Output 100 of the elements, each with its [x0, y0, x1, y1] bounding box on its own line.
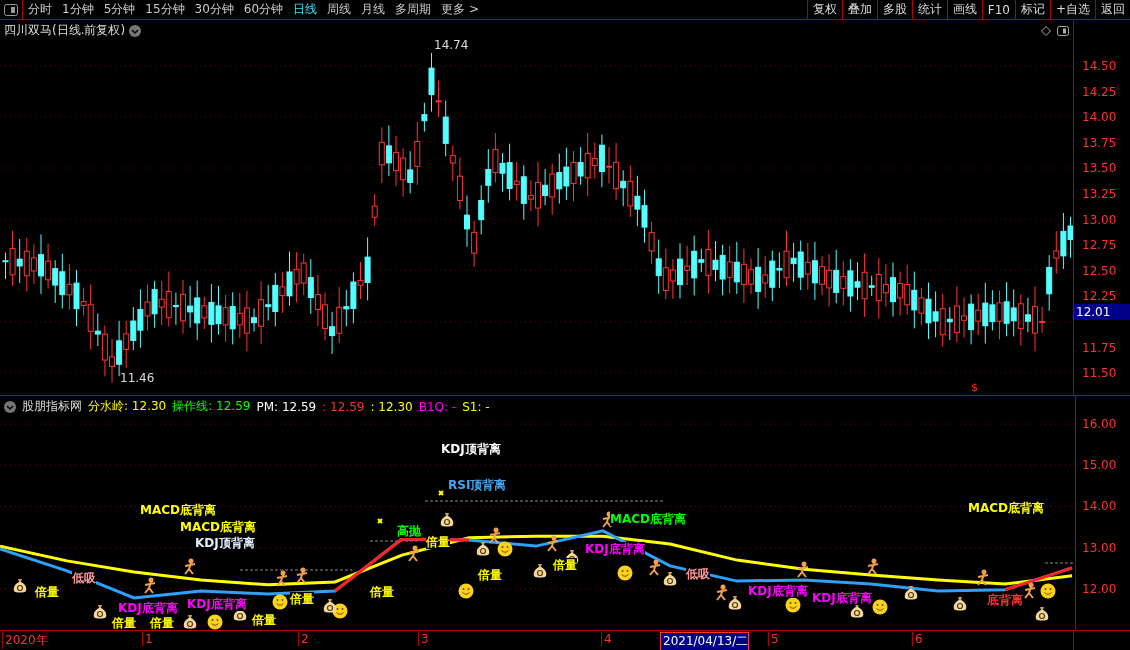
- period-tab[interactable]: 月线: [356, 0, 391, 19]
- signal-label: 低吸: [686, 567, 710, 581]
- signal-marker: $: [971, 381, 978, 394]
- time-axis-label: 1: [142, 632, 153, 646]
- smiley-icon: [458, 583, 474, 599]
- signal-label: 倍量: [252, 613, 276, 627]
- indicator-axis-label: 16.00: [1082, 417, 1117, 432]
- indicator-axis-label: 12.00: [1082, 581, 1117, 596]
- signal-label: KDJ底背离: [118, 601, 178, 615]
- money-bag-icon: [532, 563, 548, 579]
- toolbar-button[interactable]: 返回: [1095, 0, 1130, 19]
- dashed-reference-line: [369, 540, 421, 542]
- period-tab[interactable]: 1分钟: [57, 0, 99, 19]
- cross-mark-icon: [377, 518, 383, 524]
- time-axis-label: 4: [601, 632, 612, 646]
- signal-label: 底背离: [987, 593, 1023, 607]
- toolbar-button[interactable]: F10: [981, 0, 1015, 19]
- indicator-value: : 12.30: [370, 399, 413, 414]
- running-person-icon: [647, 559, 663, 577]
- price-axis-label: 13.00: [1082, 212, 1117, 227]
- signal-label: 倍量: [35, 585, 59, 599]
- money-bag-icon: [12, 578, 28, 594]
- money-bag-icon: [182, 614, 198, 630]
- period-tab[interactable]: 周线: [322, 0, 357, 19]
- time-axis-label: 5: [768, 632, 779, 646]
- chevron-down-icon[interactable]: [129, 24, 142, 37]
- price-axis-label: 11.75: [1082, 340, 1117, 355]
- time-axis-label: 2021/04/13/二: [660, 632, 750, 650]
- period-tab[interactable]: 更多 >: [436, 0, 484, 19]
- toolbar-button[interactable]: 画线: [946, 0, 982, 19]
- chevron-down-icon[interactable]: [4, 400, 16, 413]
- indicator-value: : 12.59: [322, 399, 365, 414]
- signal-label: 倍量: [426, 535, 450, 549]
- running-person-icon: [487, 527, 503, 545]
- signal-label: 倍量: [553, 558, 577, 572]
- signal-label: KDJ顶背离: [441, 442, 501, 456]
- period-tab[interactable]: 日线: [288, 0, 323, 19]
- running-person-icon: [545, 535, 561, 553]
- smiley-icon: [785, 597, 801, 613]
- price-axis-label: 12.50: [1082, 263, 1117, 278]
- signal-label: RSI顶背离: [448, 478, 507, 492]
- diamond-icon[interactable]: [1041, 26, 1051, 36]
- price-axis-label: 13.50: [1082, 161, 1117, 176]
- period-tab[interactable]: 60分钟: [238, 0, 289, 19]
- running-person-icon: [865, 558, 881, 576]
- price-axis-label: 13.75: [1082, 135, 1117, 150]
- price-axis-label: 14.50: [1082, 59, 1117, 73]
- smiley-icon: [497, 541, 513, 557]
- indicator-axis-label: 13.00: [1082, 540, 1117, 555]
- money-bag-icon: [903, 585, 919, 601]
- period-tab[interactable]: 30分钟: [189, 0, 239, 19]
- running-person-icon: [274, 570, 290, 588]
- toolbar-button[interactable]: 标记: [1014, 0, 1050, 19]
- running-person-icon: [294, 567, 310, 585]
- period-tab[interactable]: 15分钟: [140, 0, 190, 19]
- dashed-reference-line: [1044, 562, 1074, 564]
- indicator-value: 操作线: 12.59: [172, 398, 251, 415]
- running-person-icon: [182, 558, 198, 576]
- panel-toggle-icon[interactable]: [4, 3, 18, 16]
- money-bag-icon: [952, 596, 968, 612]
- signal-label: 倍量: [112, 616, 136, 630]
- indicator-value: PM: 12.59: [256, 399, 317, 414]
- signal-label: 倍量: [290, 592, 314, 606]
- signal-label: MACD底背离: [610, 512, 686, 526]
- panel-toggle-icon[interactable]: [1057, 26, 1069, 36]
- toolbar-button[interactable]: +自选: [1049, 0, 1095, 19]
- price-axis-label: 11.50: [1082, 366, 1117, 381]
- money-bag-icon: [1034, 606, 1050, 622]
- signal-label: KDJ底背离: [187, 597, 247, 611]
- time-axis-label: 3: [418, 632, 429, 646]
- time-axis-label: 2: [298, 632, 309, 646]
- toolbar-button[interactable]: 统计: [911, 0, 947, 19]
- signal-label: KDJ顶背离: [195, 536, 255, 550]
- toolbar-button[interactable]: 复权: [806, 0, 842, 19]
- time-axis-label: 6: [912, 632, 923, 646]
- price-axis-label: 13.25: [1082, 187, 1117, 201]
- period-tab[interactable]: 分时: [23, 0, 57, 19]
- money-bag-icon: [322, 598, 338, 614]
- low-price-label: 11.46: [120, 371, 155, 385]
- smiley-icon: [617, 565, 633, 581]
- high-price-label: 14.74: [434, 38, 469, 52]
- smiley-icon: [872, 599, 888, 615]
- money-bag-icon: [475, 541, 491, 557]
- signal-label: KDJ底背离: [812, 591, 872, 605]
- running-person-icon: [142, 577, 158, 595]
- toolbar-button[interactable]: 多股: [876, 0, 912, 19]
- indicator-value: S1: -: [462, 399, 490, 414]
- price-axis-label: 14.00: [1082, 110, 1117, 125]
- period-tab[interactable]: 多周期: [390, 0, 437, 19]
- indicator-axis-label: 14.00: [1082, 499, 1117, 514]
- money-bag-icon: [439, 512, 455, 528]
- running-person-icon: [795, 561, 811, 579]
- period-tab[interactable]: 5分钟: [98, 0, 141, 19]
- running-person-icon: [1022, 582, 1038, 600]
- stock-title: 四川双马(日线.前复权): [4, 22, 126, 39]
- price-axis-label: 12.25: [1082, 289, 1117, 304]
- indicator-name: 股朋指标网: [22, 398, 82, 415]
- smiley-icon: [207, 614, 223, 630]
- signal-label: 倍量: [478, 568, 502, 582]
- toolbar-button[interactable]: 叠加: [841, 0, 877, 19]
